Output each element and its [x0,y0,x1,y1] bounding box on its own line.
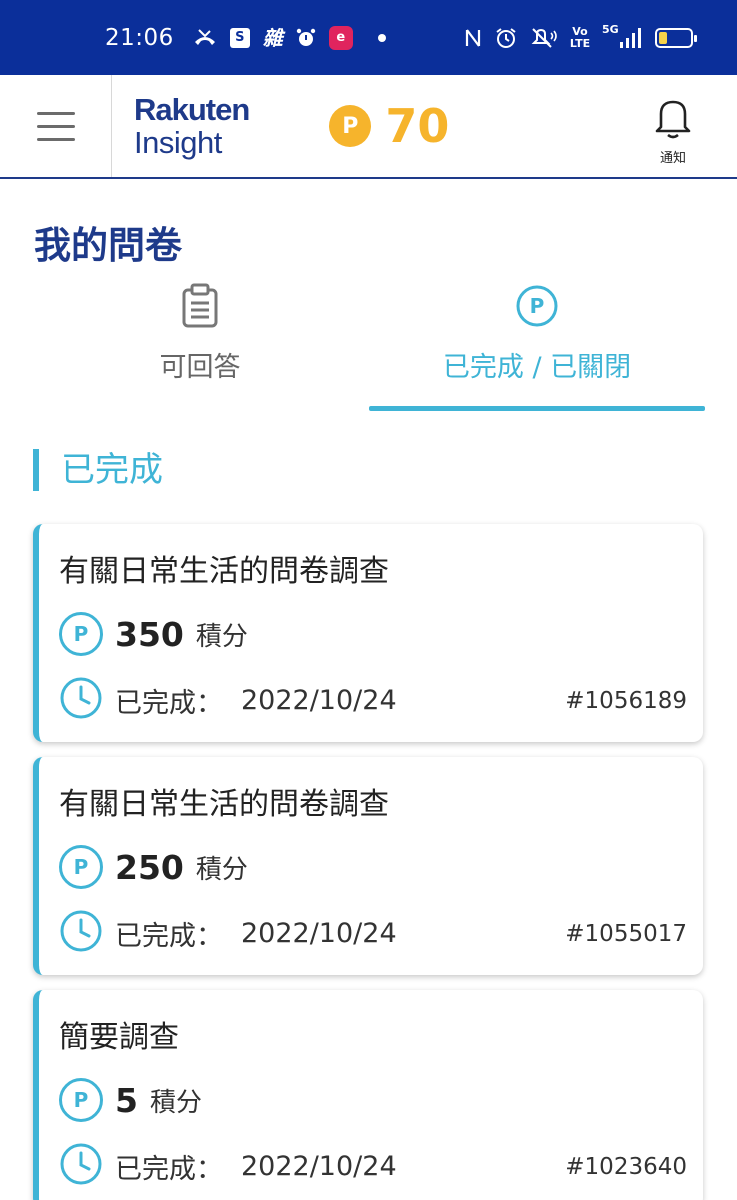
my-surveys-page: 我的問卷 可回答 P 已完成 / 已關閉 已完成 有關日常生活的問卷調查 P 3… [0,179,737,1200]
bell-icon [653,97,693,143]
completed-date: 2022/10/24 [241,684,397,716]
points-unit: 積分 [149,1087,202,1118]
missed-call-icon [193,28,217,48]
survey-tabs: 可回答 P 已完成 / 已關閉 [0,283,737,411]
tab-completed-closed-label: 已完成 / 已關閉 [442,352,632,383]
survey-title: 簡要調查 [59,1020,179,1055]
survey-points: P 350 積分 [59,612,248,656]
survey-points: P 5 積分 [59,1078,202,1122]
status-bar: 21:06 S 雜 e Vo LTE 5G [0,0,737,75]
survey-card[interactable]: 有關日常生活的問卷調查 P 350 積分 已完成： 2022/10/24 #10… [33,524,703,742]
battery-icon [655,27,697,48]
survey-title: 有關日常生活的問卷調查 [59,554,389,589]
hamburger-icon-line [36,137,75,141]
tab-available-label: 可回答 [159,352,241,383]
survey-completed-row: 已完成： 2022/10/24 [59,909,397,957]
survey-points: P 250 積分 [59,845,248,889]
survey-id: #1056189 [565,688,687,714]
shopee-icon: S [229,27,250,48]
clipboard-icon [179,283,221,333]
points-amount: 5 [115,1080,138,1120]
logo-bottom-text: Insight [134,125,222,160]
completed-label: 已完成： [115,687,223,719]
logo-top-text: Rakuten [134,92,250,127]
notification-button[interactable]: 通知 [653,97,693,166]
5g-signal-icon: 5G [602,22,642,50]
points-balance[interactable]: P 70 [329,99,449,153]
status-time: 21:06 [105,24,174,51]
page-title: 我的問卷 [34,224,182,267]
survey-id: #1023640 [565,1154,687,1180]
points-amount: 250 [115,847,184,887]
points-icon: P [59,845,103,889]
survey-title: 有關日常生活的問卷調查 [59,787,389,822]
points-circle-icon: P [514,283,560,333]
points-value: 70 [385,99,450,153]
points-icon: P [59,612,103,656]
mute-icon [530,27,558,49]
dot-icon [377,33,386,42]
nfc-icon [464,27,482,49]
clock-icon [59,676,103,724]
rakuten-insight-logo[interactable]: Rakuten Insight [134,92,250,160]
survey-card[interactable]: 簡要調查 P 5 積分 已完成： 2022/10/24 #1023640 [33,990,703,1200]
completed-label: 已完成： [115,1153,223,1185]
app-icon: e [328,25,353,50]
app-header: Rakuten Insight P 70 通知 [0,75,737,179]
points-coin-icon: P [329,105,372,147]
tab-available[interactable]: 可回答 [35,283,365,411]
hamburger-icon-line [36,124,75,128]
completed-date: 2022/10/24 [241,1150,397,1182]
survey-card[interactable]: 有關日常生活的問卷調查 P 250 積分 已完成： 2022/10/24 #10… [33,757,703,975]
volte-icon: Vo LTE [569,24,591,50]
network-label: 5G [602,22,619,36]
clock-icon [59,1142,103,1190]
notification-label: 通知 [659,151,686,166]
active-tab-indicator [369,406,705,411]
tab-completed-closed[interactable]: P 已完成 / 已關閉 [369,283,705,411]
points-amount: 350 [115,614,184,654]
survey-id: #1055017 [565,921,687,947]
section-heading-completed: 已完成 [33,449,163,491]
menu-button[interactable] [0,75,112,177]
alarm-icon [296,28,316,48]
completed-date: 2022/10/24 [241,917,397,949]
survey-completed-row: 已完成： 2022/10/24 [59,676,397,724]
clock-icon [59,909,103,957]
points-unit: 積分 [195,854,248,885]
points-icon: P [59,1078,103,1122]
alarm-outline-icon [495,27,517,49]
points-unit: 積分 [195,621,248,652]
news-icon: 雜 [262,25,283,50]
survey-completed-row: 已完成： 2022/10/24 [59,1142,397,1190]
hamburger-icon-line [36,111,75,115]
svg-text:P: P [530,294,545,318]
completed-label: 已完成： [115,920,223,952]
